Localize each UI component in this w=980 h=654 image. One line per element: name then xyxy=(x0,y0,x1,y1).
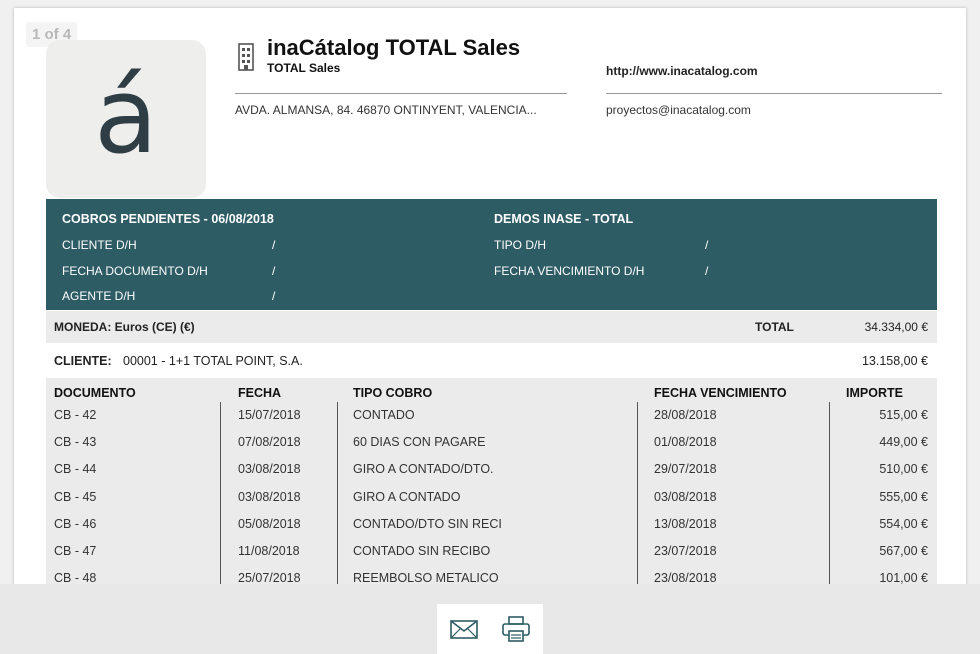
documents-table: DOCUMENTO FECHA TIPO COBRO FECHA VENCIMI… xyxy=(46,378,937,584)
document-cell: CB - 44 xyxy=(54,462,97,477)
column-header: DOCUMENTO xyxy=(54,386,136,400)
date-cell: 25/07/2018 xyxy=(238,571,301,584)
payment-type-cell: 60 DIAS CON PAGARE xyxy=(353,435,486,450)
currency-label: MONEDA: Euros (CE) (€) xyxy=(54,320,195,334)
report-title: COBROS PENDIENTES - 06/08/2018 xyxy=(62,212,274,226)
divider xyxy=(235,93,567,94)
report-company: DEMOS INASE - TOTAL xyxy=(494,212,634,226)
document-cell: CB - 47 xyxy=(54,544,97,558)
company-email: proyectos@inacatalog.com xyxy=(606,103,751,117)
logo-glyph: á xyxy=(94,55,158,177)
divider xyxy=(606,93,942,94)
payment-type-cell: CONTADO/DTO SIN RECI xyxy=(353,516,502,531)
filter-label: FECHA DOCUMENTO D/H xyxy=(62,264,208,278)
amount-cell: 554,00 € xyxy=(879,516,928,531)
column-divider xyxy=(637,402,638,584)
column-divider xyxy=(337,402,338,584)
amount-cell: 449,00 € xyxy=(879,435,928,450)
date-cell: 05/08/2018 xyxy=(238,516,301,531)
company-website: http://www.inacatalog.com xyxy=(606,64,758,78)
total-value: 34.334,00 € xyxy=(864,320,928,334)
summary-row: MONEDA: Euros (CE) (€) TOTAL 34.334,00 € xyxy=(46,311,937,343)
filter-label: TIPO D/H xyxy=(494,238,547,252)
payment-type-cell: REEMBOLSO METALICO xyxy=(353,571,499,584)
filter-value: / xyxy=(705,264,709,278)
document-cell: CB - 43 xyxy=(54,435,97,450)
filter-value: / xyxy=(272,238,276,252)
amount-cell: 555,00 € xyxy=(879,489,928,504)
filter-value: / xyxy=(272,264,276,278)
amount-cell: 515,00 € xyxy=(879,408,928,422)
due-date-cell: 03/08/2018 xyxy=(654,489,717,504)
company-logo: á xyxy=(46,40,206,198)
client-row: CLIENTE: 00001 - 1+1 TOTAL POINT, S.A. 1… xyxy=(46,346,937,378)
due-date-cell: 23/08/2018 xyxy=(654,571,717,584)
filter-label: AGENTE D/H xyxy=(62,289,136,303)
filter-label: FECHA VENCIMIENTO D/H xyxy=(494,264,645,278)
payment-type-cell: GIRO A CONTADO/DTO. xyxy=(353,462,494,477)
document-cell: CB - 42 xyxy=(54,408,97,422)
action-group xyxy=(437,604,543,654)
client-label: CLIENTE: xyxy=(54,354,112,368)
column-header: FECHA xyxy=(238,386,282,400)
amount-cell: 567,00 € xyxy=(879,544,928,558)
building-icon xyxy=(238,43,254,71)
due-date-cell: 28/08/2018 xyxy=(654,408,717,422)
date-cell: 03/08/2018 xyxy=(238,489,301,504)
document-cell: CB - 46 xyxy=(54,516,97,531)
document-cell: CB - 45 xyxy=(54,489,97,504)
date-cell: 11/08/2018 xyxy=(238,544,300,558)
document-viewer[interactable]: 1 of 4 á inaCátalog TOTAL Sales TOTAL Sa… xyxy=(0,0,980,584)
total-label: TOTAL xyxy=(755,320,794,334)
amount-cell: 101,00 € xyxy=(879,571,928,584)
document-cell: CB - 48 xyxy=(54,571,97,584)
due-date-cell: 13/08/2018 xyxy=(654,516,717,531)
payment-type-cell: CONTADO xyxy=(353,408,415,422)
company-name: inaCátalog TOTAL Sales xyxy=(267,35,521,60)
report-filter-band: COBROS PENDIENTES - 06/08/2018 DEMOS INA… xyxy=(46,199,937,310)
filter-value: / xyxy=(705,238,709,252)
company-subtitle: TOTAL Sales xyxy=(267,61,341,75)
date-cell: 07/08/2018 xyxy=(238,435,301,450)
envelope-icon[interactable] xyxy=(449,616,479,642)
filter-label: CLIENTE D/H xyxy=(62,238,137,252)
column-header: IMPORTE xyxy=(846,386,903,400)
due-date-cell: 01/08/2018 xyxy=(654,435,717,450)
filter-value: / xyxy=(272,289,276,303)
client-amount: 13.158,00 € xyxy=(861,354,928,368)
column-header: FECHA VENCIMIENTO xyxy=(654,386,787,400)
due-date-cell: 23/07/2018 xyxy=(654,544,717,558)
client-name: 00001 - 1+1 TOTAL POINT, S.A. xyxy=(123,354,303,368)
column-divider xyxy=(829,402,830,584)
due-date-cell: 29/07/2018 xyxy=(654,462,717,477)
column-divider xyxy=(220,402,221,584)
amount-cell: 510,00 € xyxy=(879,462,928,477)
printer-icon[interactable] xyxy=(501,616,531,642)
action-bar xyxy=(0,584,980,654)
payment-type-cell: CONTADO SIN RECIBO xyxy=(353,544,491,558)
column-header: TIPO COBRO xyxy=(353,386,433,400)
payment-type-cell: GIRO A CONTADO xyxy=(353,489,461,504)
date-cell: 03/08/2018 xyxy=(238,462,301,477)
company-address: AVDA. ALMANSA, 84. 46870 ONTINYENT, VALE… xyxy=(235,103,537,117)
date-cell: 15/07/2018 xyxy=(238,408,301,422)
